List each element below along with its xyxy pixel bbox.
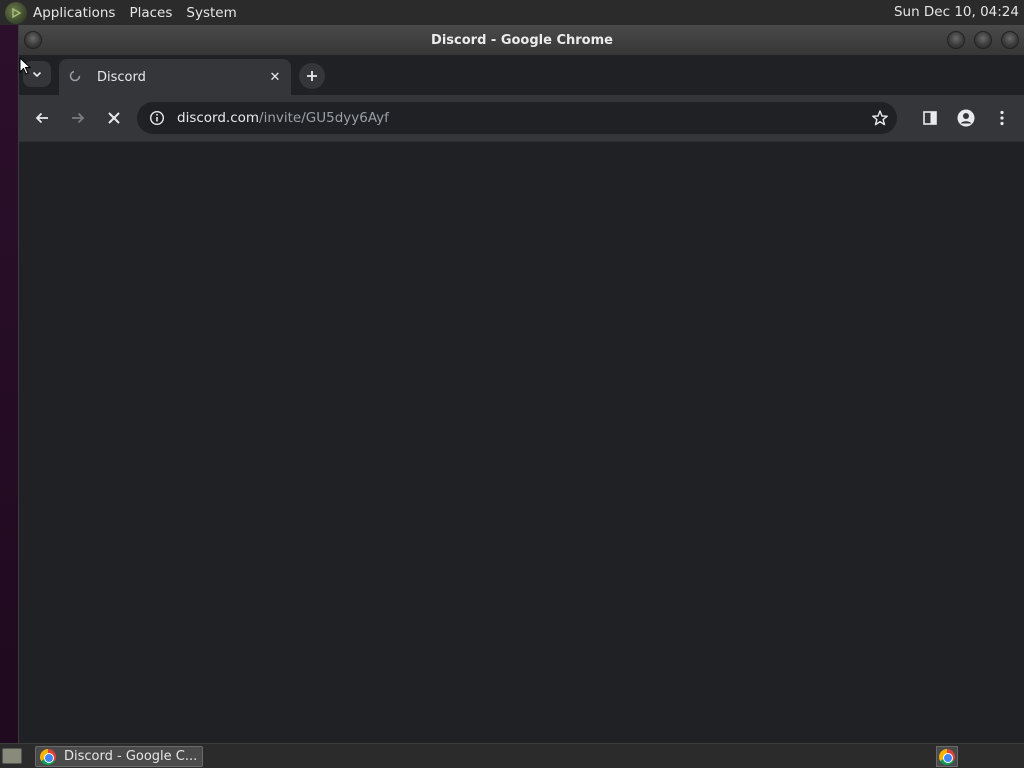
minimize-button[interactable] — [947, 31, 965, 49]
stop-loading-button[interactable] — [102, 106, 126, 130]
bookmark-star-icon[interactable] — [871, 109, 889, 127]
top-panel: Applications Places System Sun Dec 10, 0… — [0, 0, 1024, 25]
page-content[interactable] — [19, 141, 1024, 743]
mouse-cursor-icon — [19, 57, 31, 75]
panel-clock[interactable]: Sun Dec 10, 04:24 — [894, 4, 1019, 20]
distro-logo-icon[interactable] — [5, 1, 27, 24]
back-button[interactable] — [30, 106, 54, 130]
chrome-menu-button[interactable] — [990, 106, 1014, 130]
show-desktop-icon[interactable] — [2, 748, 22, 764]
forward-button[interactable] — [66, 106, 90, 130]
chrome-icon — [939, 748, 955, 765]
back-arrow-icon — [35, 112, 48, 124]
browser-toolbar: discord.com/invite/GU5dyy6Ayf — [19, 95, 1024, 141]
profile-button[interactable] — [954, 106, 978, 130]
url-path: /invite/GU5dyy6Ayf — [259, 110, 389, 126]
places-menu[interactable]: Places — [129, 5, 172, 21]
close-tab-icon[interactable]: ✕ — [265, 70, 285, 85]
side-panel-button[interactable] — [918, 106, 942, 130]
url-text: discord.com/invite/GU5dyy6Ayf — [177, 110, 389, 126]
plus-icon — [307, 71, 317, 81]
taskbar-item-label: Discord - Google C... — [64, 749, 198, 764]
bottom-taskbar: Discord - Google C... — [0, 743, 1024, 768]
new-tab-button[interactable] — [299, 63, 325, 89]
maximize-button[interactable] — [974, 31, 992, 49]
system-menu[interactable]: System — [186, 5, 236, 21]
close-icon — [108, 112, 120, 124]
chrome-icon — [40, 748, 56, 765]
taskbar-item-chrome[interactable]: Discord - Google C... — [35, 746, 203, 767]
applications-menu[interactable]: Applications — [33, 5, 115, 21]
address-bar[interactable]: discord.com/invite/GU5dyy6Ayf — [137, 102, 897, 134]
url-domain: discord.com — [177, 110, 260, 126]
loading-spinner-icon — [69, 70, 85, 85]
browser-window: Discord - Google Chrome Discord ✕ discor… — [18, 25, 1024, 743]
profile-icon — [957, 109, 975, 127]
window-menu-button[interactable] — [24, 31, 42, 49]
tab-discord[interactable]: Discord ✕ — [59, 59, 291, 95]
side-panel-icon — [923, 111, 937, 125]
chevron-down-icon — [32, 71, 42, 78]
forward-arrow-icon — [72, 112, 85, 124]
tray-chrome-launcher[interactable] — [936, 746, 958, 767]
close-window-button[interactable] — [1001, 31, 1019, 49]
desktop-background — [0, 25, 18, 743]
kebab-menu-icon — [1000, 110, 1004, 126]
window-titlebar[interactable]: Discord - Google Chrome — [19, 25, 1024, 55]
info-icon[interactable] — [149, 110, 165, 126]
tab-title: Discord — [97, 69, 146, 85]
tab-strip: Discord ✕ — [19, 55, 1024, 95]
window-title: Discord - Google Chrome — [431, 32, 613, 48]
